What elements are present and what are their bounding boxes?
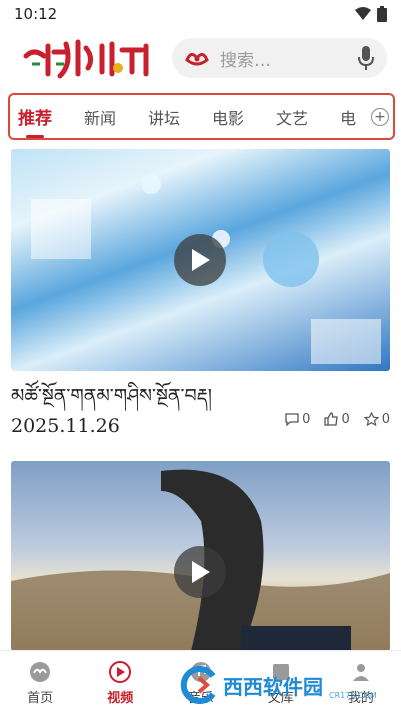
tab-arts[interactable]: 文艺	[276, 105, 308, 129]
play-button[interactable]	[174, 546, 226, 598]
tab-tv[interactable]: 电	[340, 105, 356, 129]
status-bar: 10:12	[0, 0, 401, 28]
home-icon	[30, 662, 51, 682]
watermark-brand: 西西软件园	[223, 674, 323, 699]
star-icon	[363, 412, 379, 426]
status-icons	[355, 6, 387, 22]
play-button[interactable]	[174, 234, 226, 286]
site-watermark: 西西软件园 CR173.COM	[179, 665, 389, 705]
play-icon	[192, 561, 210, 583]
favorite-stat[interactable]: 0	[363, 397, 390, 441]
comment-stat[interactable]: 0	[285, 397, 310, 441]
logo-graphic	[23, 39, 149, 79]
video-card[interactable]: མཚོ་སྔོན་གནམ་གཤིས་སྔོན་བརྡ། 2025.11.26 0…	[11, 149, 390, 441]
favorite-count: 0	[381, 411, 390, 427]
comment-count: 0	[302, 411, 311, 427]
watermark-logo-icon	[180, 666, 216, 704]
search-bar[interactable]: 搜索…	[172, 38, 387, 78]
video-thumbnail[interactable]	[11, 461, 390, 651]
video-card[interactable]	[11, 461, 390, 651]
app-logo[interactable]	[22, 34, 157, 82]
like-count: 0	[341, 411, 350, 427]
play-icon	[192, 249, 210, 271]
battery-icon	[377, 6, 387, 22]
tab-news[interactable]: 新闻	[84, 105, 116, 129]
nav-video-label: 视频	[107, 691, 134, 706]
brand-swirl-icon	[185, 53, 209, 66]
video-title[interactable]: མཚོ་སྔོན་གནམ་གཤིས་སྔོན་བརྡ། 2025.11.26	[11, 381, 251, 441]
video-thumbnail[interactable]	[11, 149, 390, 371]
video-stats: 0 0 0	[285, 397, 390, 441]
app-header: 搜索…	[0, 30, 401, 86]
status-time: 10:12	[14, 5, 58, 23]
tab-movies[interactable]: 电影	[212, 105, 244, 129]
thumbs-up-icon	[324, 412, 339, 426]
nav-home-label: 首页	[27, 691, 54, 706]
wifi-icon	[355, 7, 371, 20]
microphone-icon[interactable]	[357, 45, 375, 71]
nav-home[interactable]: 首页	[0, 651, 80, 713]
like-stat[interactable]: 0	[324, 397, 350, 441]
nav-video[interactable]: 视频	[80, 651, 160, 713]
tab-forum[interactable]: 讲坛	[148, 105, 180, 129]
watermark-url: CR173.COM	[329, 691, 377, 700]
comment-icon	[285, 412, 299, 426]
search-placeholder: 搜索…	[220, 50, 271, 71]
tab-recommended[interactable]: 推荐	[18, 104, 52, 138]
category-tabs: 推荐 新闻 讲坛 电影 文艺 电 +	[8, 93, 395, 140]
add-tab-icon[interactable]: +	[371, 108, 389, 126]
video-icon	[109, 661, 132, 683]
